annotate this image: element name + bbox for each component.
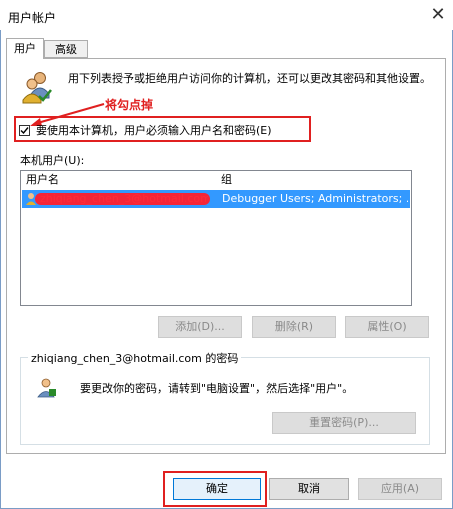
redaction-scribble xyxy=(35,193,210,205)
ok-button[interactable]: 确定 xyxy=(173,478,261,500)
annotation-text: 将勾点掉 xyxy=(105,98,154,112)
add-user-button[interactable]: 添加(D)... xyxy=(158,316,242,338)
window-title: 用户帐户 xyxy=(8,11,57,25)
password-info-text: 要更改你的密码，请转到"电脑设置"，然后选择"用户"。 xyxy=(80,382,354,395)
tab-users[interactable]: 用户 xyxy=(6,38,44,59)
tab-advanced[interactable]: 高级 xyxy=(44,40,88,58)
apply-button[interactable]: 应用(A) xyxy=(358,478,442,500)
require-password-label: 要使用本计算机，用户必须输入用户名和密码(E) xyxy=(36,124,272,137)
cell-group: Debugger Users; Administrators; ... xyxy=(222,192,408,205)
column-header-username[interactable]: 用户名 xyxy=(26,171,59,189)
remove-user-button[interactable]: 删除(R) xyxy=(252,316,336,338)
password-group-label: zhiqiang_chen_3@hotmail.com 的密码 xyxy=(28,350,242,366)
close-icon[interactable]: ✕ xyxy=(427,4,449,26)
cancel-button[interactable]: 取消 xyxy=(269,478,349,500)
user-properties-button[interactable]: 属性(O) xyxy=(345,316,429,338)
description-text: 用下列表授予或拒绝用户访问你的计算机，还可以更改其密码和其他设置。 xyxy=(68,72,431,85)
reset-password-button[interactable]: 重置密码(P)... xyxy=(272,412,416,434)
users-icon xyxy=(20,70,54,104)
password-user-icon xyxy=(36,377,58,399)
checkmark-icon xyxy=(20,127,29,135)
title-bar[interactable]: 用户帐户 ✕ xyxy=(0,0,453,30)
require-password-checkbox[interactable] xyxy=(19,125,30,136)
column-header-group[interactable]: 组 xyxy=(221,171,232,189)
users-list[interactable]: 用户名 组 zhiqiang_chen_3@hotmail.com Debugg… xyxy=(20,170,412,306)
local-users-label: 本机用户(U): xyxy=(20,154,85,167)
